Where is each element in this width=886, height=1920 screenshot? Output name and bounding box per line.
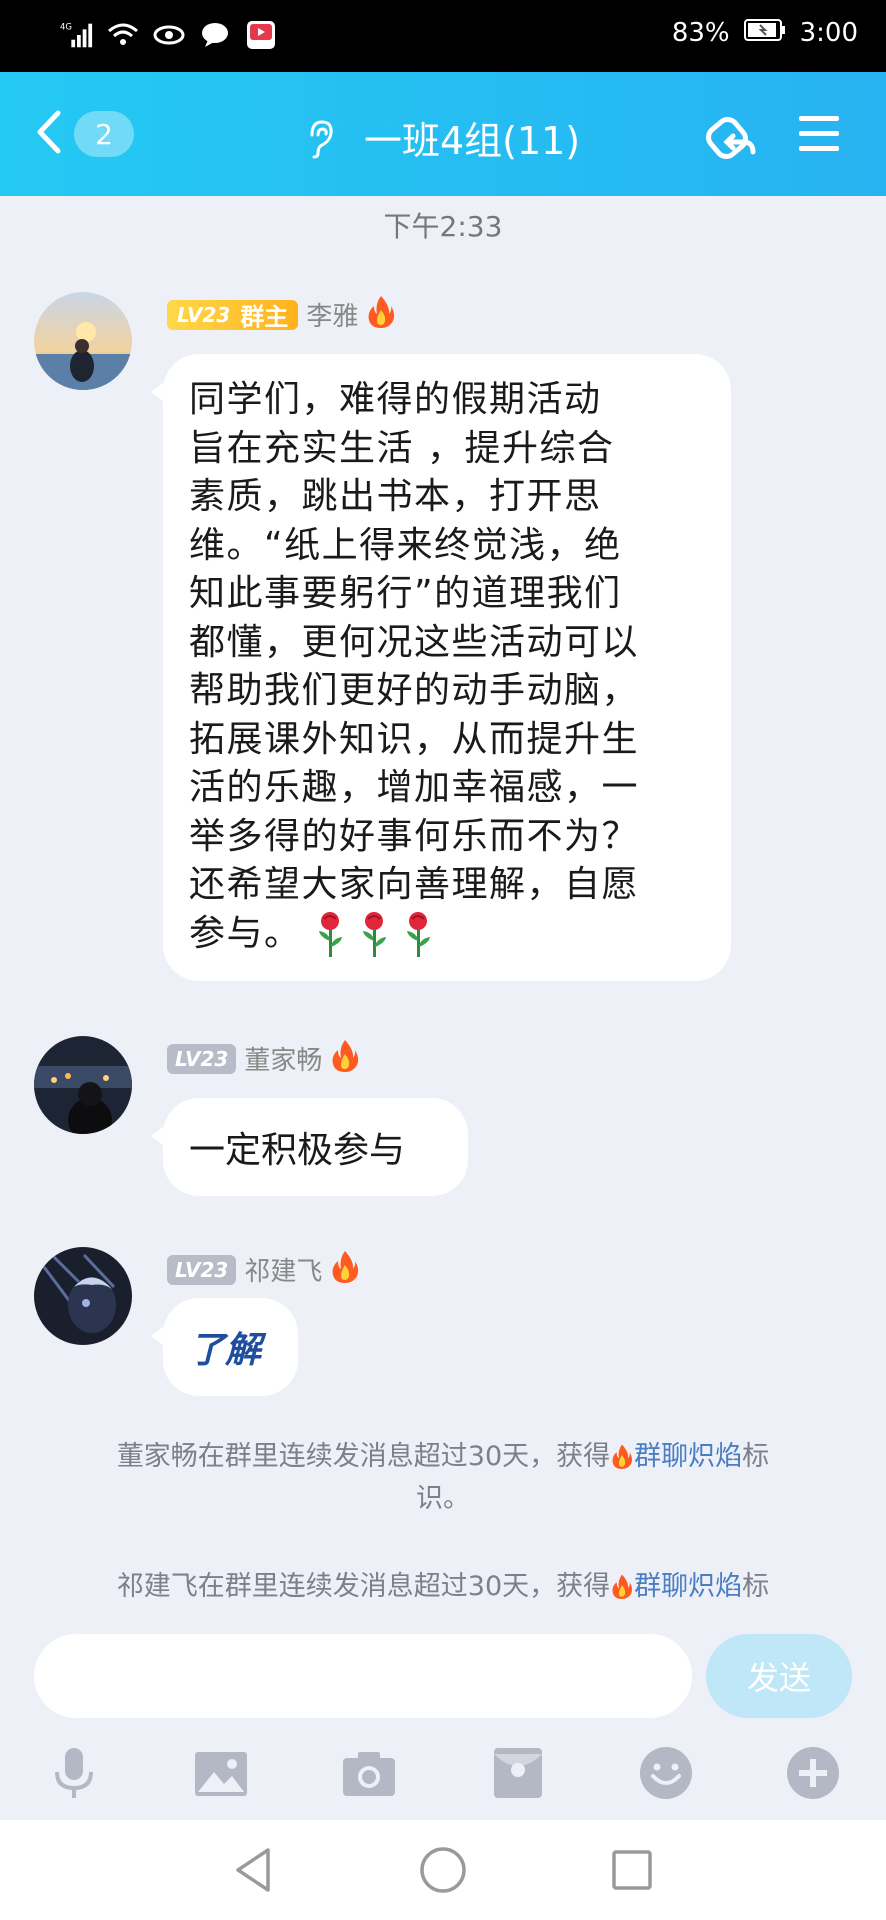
notice-text: 标 — [742, 1441, 770, 1472]
message-line: 拓展课外知识，从而提升生 — [189, 718, 640, 760]
message-text: 了解 — [189, 1330, 262, 1371]
clock: 3:00 — [799, 18, 858, 48]
flame-icon — [610, 1441, 634, 1472]
battery-icon — [743, 18, 786, 48]
sender-name[interactable]: 李雅 — [306, 296, 358, 333]
emoji-icon[interactable] — [637, 1744, 695, 1802]
message-icon — [198, 18, 232, 52]
flame-icon — [330, 1249, 360, 1290]
eye-icon — [152, 18, 186, 52]
message-input[interactable] — [34, 1634, 692, 1718]
message-bubble[interactable]: 了解 — [151, 1298, 298, 1396]
message-timestamp: 下午2:33 — [383, 210, 503, 243]
nav-recents-icon[interactable] — [606, 1844, 658, 1896]
message-line: 还希望大家向善理解，自愿 — [189, 864, 640, 905]
image-icon[interactable] — [192, 1744, 250, 1802]
nav-back-icon[interactable] — [228, 1844, 280, 1896]
notice-text: 标 — [742, 1571, 770, 1602]
message-line: 维。“纸上得来终觉浅，绝 — [189, 524, 622, 566]
message-line: 活的乐趣，增加幸福感，一 — [189, 767, 640, 808]
message-line: 同学们，难得的假期活动 — [189, 379, 602, 420]
message-bubble[interactable]: 一定积极参与 — [151, 1098, 468, 1196]
flame-icon — [610, 1571, 634, 1602]
red-packet-icon[interactable] — [489, 1744, 547, 1802]
sender-meta: LV23 祁建飞 — [167, 1249, 360, 1290]
flame-icon — [330, 1038, 360, 1079]
avatar[interactable] — [34, 1036, 132, 1134]
group-owner-tag: 群主 — [240, 303, 289, 331]
flame-icon — [366, 294, 396, 335]
level-badge: LV23 — [167, 1254, 237, 1285]
message-line: 都懂，更何况这些活动可以 — [189, 621, 640, 663]
chat-header: 2 一班4组(11) — [0, 72, 886, 196]
notice-text: 识。 — [416, 1483, 470, 1514]
svg-text:4G: 4G — [60, 22, 72, 32]
system-notice: 董家畅在群里连续发消息超过30天，获得 群聊炽焰标 识。 — [70, 1436, 816, 1520]
app-notification-icon — [244, 18, 278, 52]
ear-icon — [306, 119, 334, 168]
avatar[interactable] — [34, 292, 132, 390]
system-navigation-bar — [0, 1820, 886, 1920]
battery-percent: 83% — [671, 18, 730, 48]
rose-emoji-icon — [402, 911, 434, 959]
microphone-icon[interactable] — [45, 1744, 103, 1802]
message-line: 举多得的好事何乐而不为？ — [189, 815, 640, 857]
flame-badge-link[interactable]: 群聊炽焰 — [634, 1571, 742, 1602]
level-badge: LV23 群主 — [167, 299, 299, 331]
chat-title: 一班4组(11) — [363, 119, 581, 163]
rose-emoji-icon — [358, 911, 390, 959]
message-line: 参与。 — [189, 910, 705, 959]
flame-badge-link[interactable]: 群聊炽焰 — [634, 1441, 742, 1472]
sender-name[interactable]: 祁建飞 — [244, 1251, 322, 1288]
sender-meta: LV23 群主 李雅 — [167, 294, 396, 335]
sender-name[interactable]: 董家畅 — [244, 1040, 322, 1077]
message-bubble[interactable]: 同学们，难得的假期活动 旨在充实生活 ，提升综合 素质，跳出书本，打开思 维。“… — [151, 354, 731, 981]
plus-icon[interactable] — [784, 1744, 842, 1802]
message-text: 一定积极参与 — [189, 1130, 406, 1171]
nav-home-icon[interactable] — [417, 1844, 469, 1896]
system-notice: 祁建飞在群里连续发消息超过30天，获得 群聊炽焰标 — [70, 1566, 816, 1608]
message-line: 知此事要躬行”的道理我们 — [189, 573, 622, 614]
signal-icon: 4G — [60, 18, 94, 52]
camera-icon[interactable] — [340, 1744, 398, 1802]
send-button[interactable]: 发送 — [706, 1634, 852, 1718]
sender-meta: LV23 董家畅 — [167, 1038, 360, 1079]
level-badge: LV23 — [167, 1043, 237, 1074]
menu-icon[interactable] — [795, 110, 843, 158]
status-bar: 4G 83% 3:00 — [0, 0, 886, 72]
notice-text: 董家畅在群里连续发消息超过30天，获得 — [116, 1441, 611, 1472]
wifi-icon — [106, 18, 140, 52]
group-link-icon[interactable] — [703, 108, 763, 168]
avatar[interactable] — [34, 1247, 132, 1345]
message-line: 旨在充实生活 ，提升综合 — [189, 427, 615, 469]
message-line: 帮助我们更好的动手动脑， — [189, 670, 640, 711]
rose-emoji-icon — [314, 911, 346, 959]
message-line: 素质，跳出书本，打开思 — [189, 476, 602, 517]
notice-text: 祁建飞在群里连续发消息超过30天，获得 — [116, 1571, 611, 1602]
